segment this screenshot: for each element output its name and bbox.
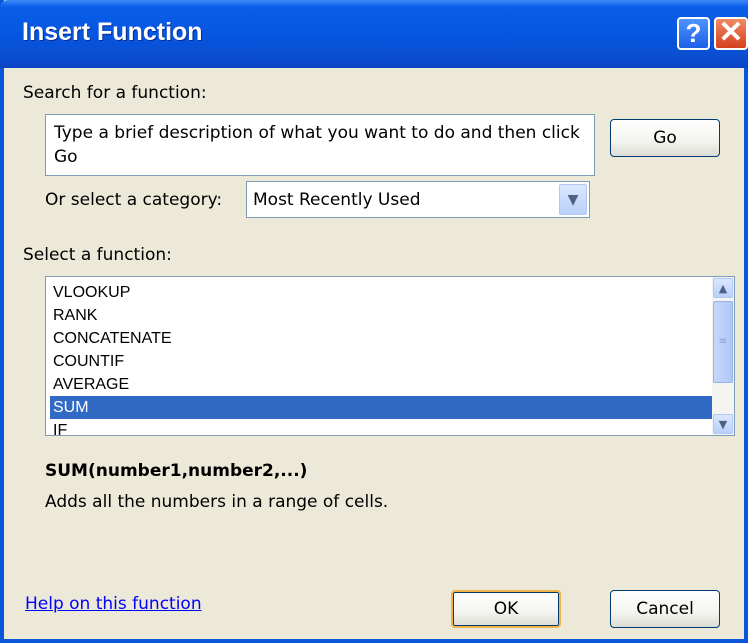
list-item[interactable]: COUNTIF	[50, 350, 712, 373]
close-icon[interactable]: ✕	[714, 17, 748, 50]
help-on-function-link[interactable]: Help on this function	[25, 594, 202, 614]
dialog-title: Insert Function	[22, 18, 203, 46]
list-scrollbar[interactable]: ▲ ≡ ▼	[712, 277, 734, 435]
list-item[interactable]: AVERAGE	[50, 373, 712, 396]
search-label: Search for a function:	[23, 83, 207, 103]
function-signature: SUM(number1,number2,...)	[45, 461, 308, 481]
scroll-up-icon[interactable]: ▲	[713, 278, 733, 298]
cancel-button[interactable]: Cancel	[610, 590, 720, 628]
function-description: Adds all the numbers in a range of cells…	[45, 492, 389, 512]
function-list[interactable]: VLOOKUP RANK CONCATENATE COUNTIF AVERAGE…	[45, 276, 735, 436]
function-list-label: Select a function:	[23, 245, 172, 265]
chevron-down-icon[interactable]: ▼	[559, 184, 587, 215]
category-selected-value: Most Recently Used	[253, 190, 421, 210]
list-item[interactable]: RANK	[50, 304, 712, 327]
category-label: Or select a category:	[45, 190, 223, 210]
list-item[interactable]: VLOOKUP	[50, 281, 712, 304]
category-select[interactable]: Most Recently Used ▼	[246, 181, 590, 218]
search-input[interactable]: Type a brief description of what you wan…	[45, 114, 595, 176]
list-item[interactable]: IF	[50, 419, 712, 435]
ok-button[interactable]: OK	[451, 590, 561, 628]
list-item[interactable]: CONCATENATE	[50, 327, 712, 350]
help-icon[interactable]: ?	[677, 17, 710, 50]
list-item[interactable]: SUM	[50, 396, 712, 419]
scroll-down-icon[interactable]: ▼	[713, 414, 733, 434]
title-bar[interactable]: Insert Function ? ✕	[0, 0, 748, 68]
go-button[interactable]: Go	[610, 119, 720, 157]
scroll-thumb[interactable]: ≡	[713, 301, 733, 383]
insert-function-dialog: Insert Function ? ✕ Search for a functio…	[0, 0, 748, 643]
